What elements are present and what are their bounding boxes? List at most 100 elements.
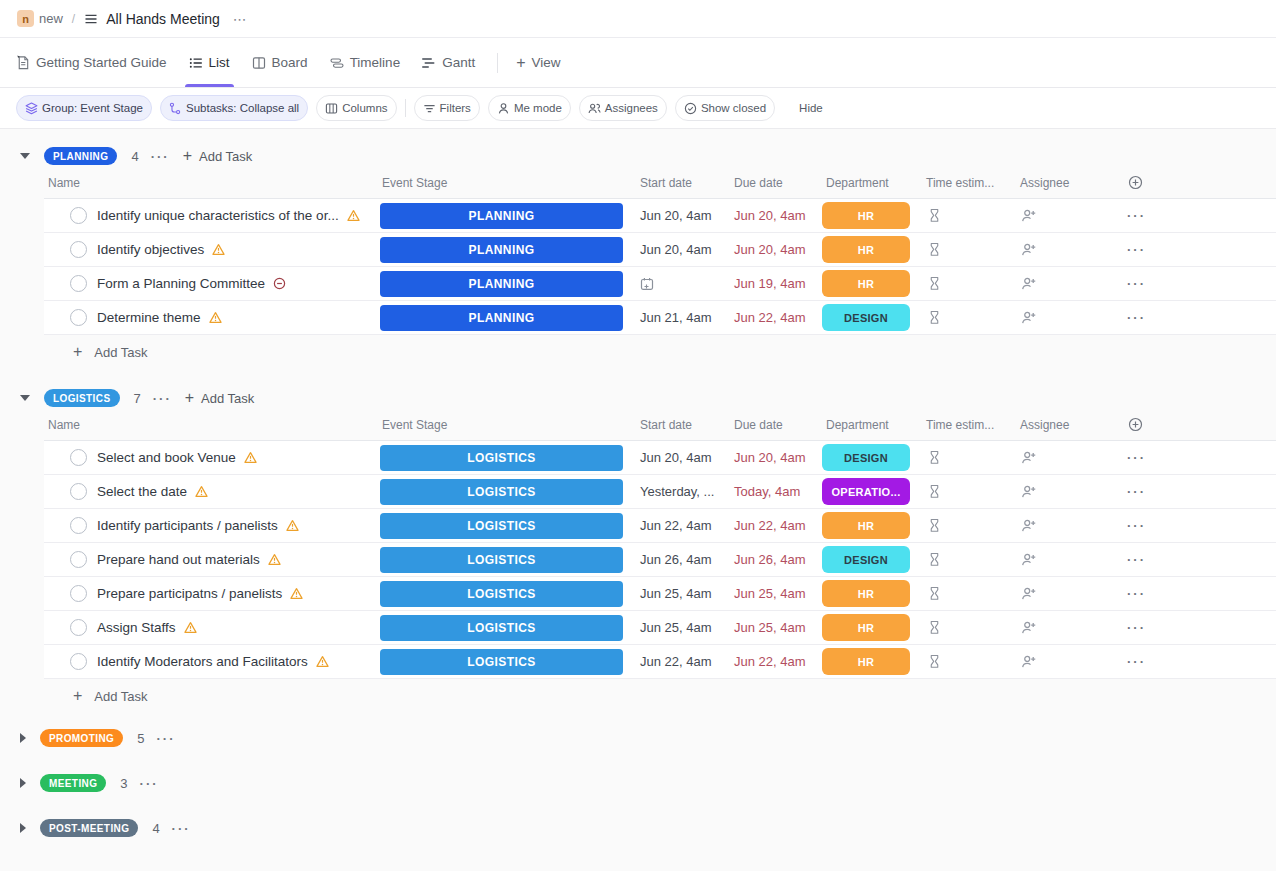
start-date-cell[interactable]: Jun 20, 4am <box>630 441 725 474</box>
department-cell[interactable]: HR <box>819 577 916 610</box>
task-menu-dots[interactable]: ··· <box>1110 543 1276 576</box>
event-stage-badge[interactable]: LOGISTICS <box>380 547 623 573</box>
due-date-cell[interactable]: Jun 20, 4am <box>725 441 819 474</box>
task-name[interactable]: Identify objectives <box>97 242 204 257</box>
page-title[interactable]: All Hands Meeting <box>106 11 220 27</box>
event-stage-cell[interactable]: LOGISTICS <box>380 475 630 508</box>
group-name-badge[interactable]: PROMOTING <box>40 729 123 747</box>
column-header-due-date[interactable]: Due date <box>725 176 819 190</box>
group-menu-dots[interactable]: ··· <box>172 821 191 836</box>
column-add-button[interactable] <box>1110 417 1276 432</box>
task-status-checkbox[interactable] <box>70 309 87 326</box>
task-status-checkbox[interactable] <box>70 483 87 500</box>
task-status-checkbox[interactable] <box>70 449 87 466</box>
tab-board[interactable]: Board <box>252 38 308 87</box>
column-header-department[interactable]: Department <box>819 176 916 190</box>
task-status-checkbox[interactable] <box>70 241 87 258</box>
event-stage-cell[interactable]: PLANNING <box>380 199 630 232</box>
subtasks-pill[interactable]: Subtasks: Collapse all <box>160 95 308 121</box>
start-date-cell[interactable]: Yesterday, ... <box>630 475 725 508</box>
time-estimate-cell[interactable] <box>916 199 1012 232</box>
task-status-checkbox[interactable] <box>70 275 87 292</box>
column-header-name[interactable]: Name <box>44 176 380 190</box>
column-header-department[interactable]: Department <box>819 418 916 432</box>
time-estimate-cell[interactable] <box>916 645 1012 678</box>
due-date-cell[interactable]: Jun 25, 4am <box>725 577 819 610</box>
event-stage-cell[interactable]: LOGISTICS <box>380 441 630 474</box>
department-cell[interactable]: HR <box>819 645 916 678</box>
event-stage-badge[interactable]: PLANNING <box>380 305 623 331</box>
column-add-button[interactable] <box>1110 175 1276 190</box>
assignee-cell[interactable] <box>1012 441 1110 474</box>
assignee-cell[interactable] <box>1012 543 1110 576</box>
column-header-start-date[interactable]: Start date <box>630 176 725 190</box>
due-date-cell[interactable]: Jun 20, 4am <box>725 233 819 266</box>
event-stage-badge[interactable]: LOGISTICS <box>380 581 623 607</box>
task-menu-dots[interactable]: ··· <box>1110 301 1276 334</box>
column-header-event-stage[interactable]: Event Stage <box>380 176 630 190</box>
department-badge[interactable]: DESIGN <box>822 304 910 331</box>
time-estimate-cell[interactable] <box>916 577 1012 610</box>
department-badge[interactable]: HR <box>822 648 910 675</box>
chevron-right-icon[interactable] <box>20 823 26 833</box>
column-header-assignee[interactable]: Assignee <box>1012 418 1110 432</box>
department-cell[interactable]: HR <box>819 267 916 300</box>
task-menu-dots[interactable]: ··· <box>1110 611 1276 644</box>
time-estimate-cell[interactable] <box>916 475 1012 508</box>
group-menu-dots[interactable]: ··· <box>140 776 159 791</box>
department-cell[interactable]: HR <box>819 509 916 542</box>
group-name-badge[interactable]: LOGISTICS <box>44 389 120 407</box>
task-name[interactable]: Identify participants / panelists <box>97 518 278 533</box>
group-name-badge[interactable]: PLANNING <box>44 147 117 165</box>
task-menu-dots[interactable]: ··· <box>1110 233 1276 266</box>
due-date-cell[interactable]: Jun 20, 4am <box>725 199 819 232</box>
breadcrumb-workspace[interactable]: new <box>39 11 63 26</box>
event-stage-cell[interactable]: PLANNING <box>380 301 630 334</box>
due-date-cell[interactable]: Today, 4am <box>725 475 819 508</box>
tab-getting-started-guide[interactable]: Getting Started Guide <box>16 38 167 87</box>
task-name[interactable]: Identify unique characteristics of the o… <box>97 208 339 223</box>
group-add-task-button[interactable]: +Add Task <box>183 147 253 165</box>
department-badge[interactable]: HR <box>822 614 910 641</box>
time-estimate-cell[interactable] <box>916 611 1012 644</box>
group-menu-dots[interactable]: ··· <box>157 731 176 746</box>
assignees-button[interactable]: Assignees <box>579 95 667 121</box>
department-badge[interactable]: OPERATIO... <box>822 478 910 505</box>
due-date-cell[interactable]: Jun 19, 4am <box>725 267 819 300</box>
department-cell[interactable]: HR <box>819 611 916 644</box>
time-estimate-cell[interactable] <box>916 543 1012 576</box>
show-closed-button[interactable]: Show closed <box>675 95 775 121</box>
start-date-cell[interactable]: Jun 22, 4am <box>630 645 725 678</box>
group-menu-dots[interactable]: ··· <box>151 149 170 164</box>
department-badge[interactable]: DESIGN <box>822 444 910 471</box>
due-date-cell[interactable]: Jun 26, 4am <box>725 543 819 576</box>
event-stage-badge[interactable]: LOGISTICS <box>380 479 623 505</box>
task-name[interactable]: Assign Staffs <box>97 620 176 635</box>
task-menu-dots[interactable]: ··· <box>1110 441 1276 474</box>
event-stage-cell[interactable]: PLANNING <box>380 267 630 300</box>
start-date-cell[interactable]: Jun 25, 4am <box>630 577 725 610</box>
column-header-assignee[interactable]: Assignee <box>1012 176 1110 190</box>
start-date-cell[interactable]: Jun 26, 4am <box>630 543 725 576</box>
task-name[interactable]: Form a Planning Committee <box>97 276 265 291</box>
task-status-checkbox[interactable] <box>70 653 87 670</box>
group-by-pill[interactable]: Group: Event Stage <box>16 95 152 121</box>
time-estimate-cell[interactable] <box>916 441 1012 474</box>
task-menu-dots[interactable]: ··· <box>1110 509 1276 542</box>
task-menu-dots[interactable]: ··· <box>1110 199 1276 232</box>
tab-gantt[interactable]: Gantt <box>422 38 475 87</box>
task-name[interactable]: Prepare hand out materials <box>97 552 260 567</box>
event-stage-badge[interactable]: LOGISTICS <box>380 445 623 471</box>
chevron-down-icon[interactable] <box>20 153 30 159</box>
time-estimate-cell[interactable] <box>916 509 1012 542</box>
event-stage-badge[interactable]: PLANNING <box>380 271 623 297</box>
group-menu-dots[interactable]: ··· <box>153 391 172 406</box>
event-stage-cell[interactable]: LOGISTICS <box>380 645 630 678</box>
start-date-cell[interactable]: Jun 21, 4am <box>630 301 725 334</box>
department-badge[interactable]: HR <box>822 580 910 607</box>
event-stage-badge[interactable]: LOGISTICS <box>380 615 623 641</box>
breadcrumb-more-dots[interactable]: ⋯ <box>233 11 248 27</box>
task-name[interactable]: Identify Moderators and Facilitators <box>97 654 308 669</box>
start-date-cell[interactable] <box>630 267 725 300</box>
column-header-name[interactable]: Name <box>44 418 380 432</box>
